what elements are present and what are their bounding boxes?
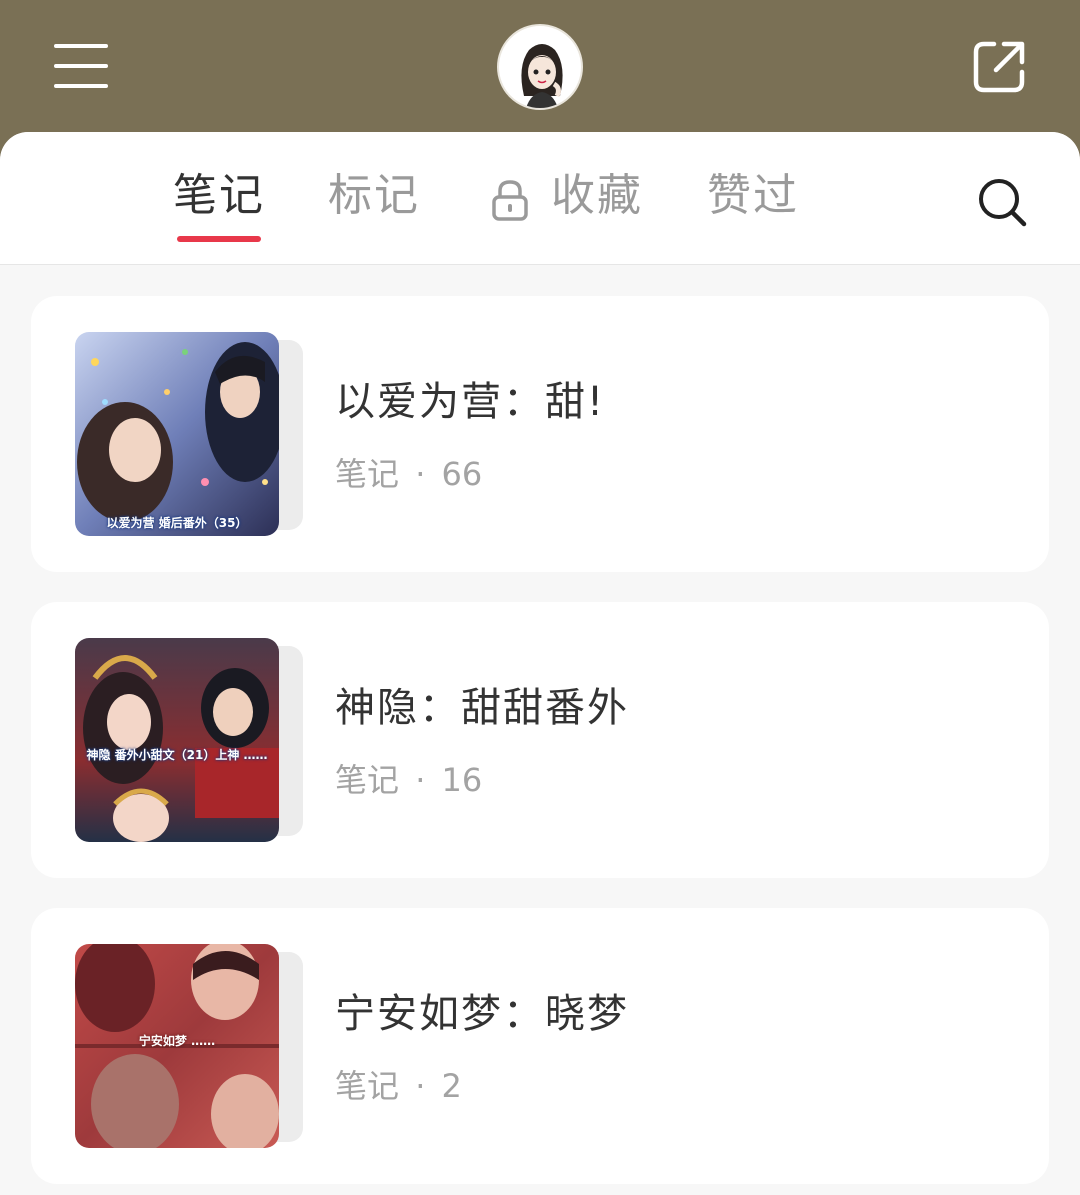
- album-cover-image: 以爱为营 婚后番外（35）: [75, 332, 279, 536]
- tab-bar: 笔记 标记 收藏 赞过: [0, 132, 1080, 265]
- cover-caption: 宁安如梦 ……: [138, 1034, 216, 1048]
- album-cover-stack: 宁安如梦 ……: [75, 944, 305, 1150]
- tab-marks[interactable]: 标记: [328, 166, 420, 226]
- content-sheet: 笔记 标记 收藏 赞过 以爱为营 婚后番外（35） 以爱为营：甜! 笔记 · 6…: [0, 132, 1080, 1195]
- album-card[interactable]: 以爱为营 婚后番外（35） 以爱为营：甜! 笔记 · 66: [31, 296, 1049, 572]
- album-meta-separator: ·: [415, 1067, 426, 1105]
- album-note-count: 2: [441, 1067, 462, 1105]
- album-meta-label: 笔记: [335, 455, 400, 493]
- album-card[interactable]: 宁安如梦 …… 宁安如梦：晓梦 笔记 · 2: [31, 908, 1049, 1184]
- album-note-count: 16: [441, 761, 483, 799]
- album-title: 以爱为营：甜!: [335, 379, 606, 425]
- cover-caption: 以爱为营 婚后番外（35）: [106, 516, 248, 530]
- album-title: 宁安如梦：晓梦: [335, 991, 629, 1037]
- album-meta-separator: ·: [415, 761, 426, 799]
- album-meta-label: 笔记: [335, 761, 400, 799]
- album-cover-image: 宁安如梦 ……: [75, 944, 279, 1148]
- lock-icon: [490, 178, 530, 222]
- tab-favorites[interactable]: 收藏: [551, 166, 643, 226]
- active-tab-indicator: [177, 236, 261, 242]
- share-icon[interactable]: [970, 38, 1028, 96]
- cover-caption: 神隐 番外小甜文（21）上神 ……: [86, 748, 268, 762]
- album-cover-image: 神隐 番外小甜文（21）上神 ……: [75, 638, 279, 842]
- album-meta-separator: ·: [415, 455, 426, 493]
- album-cover-stack: 神隐 番外小甜文（21）上神 ……: [75, 638, 305, 844]
- tab-liked[interactable]: 赞过: [707, 166, 799, 226]
- avatar[interactable]: [497, 24, 583, 110]
- album-meta: 笔记 · 16: [335, 758, 482, 802]
- album-cover-stack: 以爱为营 婚后番外（35）: [75, 332, 305, 538]
- album-meta: 笔记 · 66: [335, 452, 482, 496]
- album-note-count: 66: [441, 455, 483, 493]
- top-bar: [0, 0, 1080, 132]
- tab-notes[interactable]: 笔记: [173, 166, 265, 226]
- menu-icon[interactable]: [54, 44, 108, 88]
- search-icon[interactable]: [976, 176, 1028, 228]
- album-meta-label: 笔记: [335, 1067, 400, 1105]
- album-meta: 笔记 · 2: [335, 1064, 462, 1108]
- album-title: 神隐：甜甜番外: [335, 685, 629, 731]
- album-card[interactable]: 神隐 番外小甜文（21）上神 …… 神隐：甜甜番外 笔记 · 16: [31, 602, 1049, 878]
